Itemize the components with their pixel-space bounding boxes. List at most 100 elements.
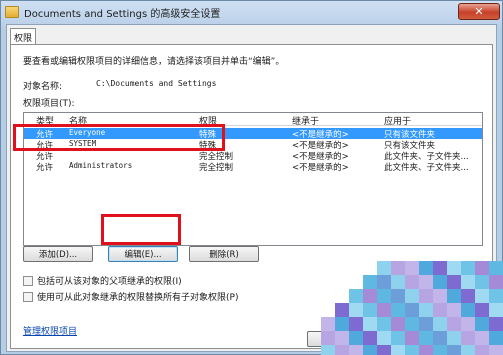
mosaic-tile bbox=[377, 331, 391, 345]
list-row[interactable]: 允许 Administrators 完全控制 <不是继承的> 此文件夹、子文件夹… bbox=[24, 161, 482, 173]
mosaic-tile bbox=[405, 345, 419, 355]
manage-permissions-link[interactable]: 管理权限项目 bbox=[23, 324, 77, 337]
column-header-name[interactable]: 名称 bbox=[69, 114, 87, 127]
mosaic-tile bbox=[363, 331, 377, 345]
mosaic-tile bbox=[391, 289, 405, 303]
mosaic-tile bbox=[433, 275, 447, 289]
mosaic-tile bbox=[489, 261, 503, 275]
mosaic-tile bbox=[363, 317, 377, 331]
folder-icon bbox=[5, 6, 19, 18]
column-header-permission[interactable]: 权限 bbox=[199, 114, 217, 127]
row-name: Everyone bbox=[69, 128, 106, 137]
column-header-applies[interactable]: 应用于 bbox=[384, 114, 411, 127]
list-row[interactable]: 允许 完全控制 <不是继承的> 此文件夹、子文件夹... bbox=[24, 150, 482, 162]
mosaic-tile bbox=[363, 289, 377, 303]
column-header-type[interactable]: 类型 bbox=[36, 114, 54, 127]
row-name: SYSTEM bbox=[69, 139, 97, 148]
close-button[interactable]: ✕ bbox=[458, 3, 500, 20]
mosaic-tile bbox=[433, 331, 447, 345]
mosaic-tile bbox=[433, 303, 447, 317]
mosaic-tile bbox=[349, 317, 363, 331]
mosaic-tile bbox=[377, 317, 391, 331]
mosaic-tile bbox=[433, 317, 447, 331]
mosaic-tile bbox=[461, 303, 475, 317]
mosaic-tile bbox=[321, 331, 335, 345]
mosaic-tile bbox=[419, 331, 433, 345]
mosaic-tile bbox=[447, 331, 461, 345]
window-title: Documents and Settings 的高级安全设置 bbox=[24, 8, 221, 20]
column-header-inherited[interactable]: 继承于 bbox=[292, 114, 319, 127]
row-inherited: <不是继承的> bbox=[292, 163, 349, 173]
mosaic-tile bbox=[419, 261, 433, 275]
tab-permissions[interactable]: 权限 bbox=[10, 28, 36, 45]
mosaic-tile bbox=[405, 289, 419, 303]
mosaic-tile bbox=[335, 317, 349, 331]
mosaic-tile bbox=[489, 275, 503, 289]
mosaic-tile bbox=[475, 289, 489, 303]
remove-button[interactable]: 删除(R) bbox=[189, 246, 259, 262]
security-settings-window: Documents and Settings 的高级安全设置 ✕ 权限 要查看或… bbox=[0, 0, 503, 355]
mosaic-tile bbox=[391, 331, 405, 345]
mosaic-tile bbox=[475, 317, 489, 331]
row-type: 允许 bbox=[36, 163, 54, 173]
mosaic-tile bbox=[363, 345, 377, 355]
add-button[interactable]: 添加(D)... bbox=[23, 246, 93, 262]
title-bar[interactable]: Documents and Settings 的高级安全设置 ✕ bbox=[1, 1, 503, 23]
mosaic-tile bbox=[475, 331, 489, 345]
mosaic-tile bbox=[405, 303, 419, 317]
mosaic-tile bbox=[447, 261, 461, 275]
mosaic-tile bbox=[447, 303, 461, 317]
mosaic-tile bbox=[405, 261, 419, 275]
mosaic-tile bbox=[461, 289, 475, 303]
mosaic-tile bbox=[391, 303, 405, 317]
pixelated-watermark bbox=[321, 261, 503, 355]
mosaic-tile bbox=[447, 345, 461, 355]
mosaic-tile bbox=[349, 331, 363, 345]
replace-child-label: 使用可从此对象继承的权限替换所有子对象权限(P) bbox=[37, 293, 239, 303]
include-inheritable-checkbox[interactable] bbox=[23, 275, 33, 286]
mosaic-tile bbox=[461, 275, 475, 289]
mosaic-tile bbox=[391, 345, 405, 355]
mosaic-tile bbox=[461, 345, 475, 355]
mosaic-tile bbox=[475, 303, 489, 317]
tab-permissions-label: 权限 bbox=[13, 33, 32, 44]
mosaic-tile bbox=[377, 289, 391, 303]
mosaic-tile bbox=[405, 275, 419, 289]
mosaic-tile bbox=[489, 303, 503, 317]
mosaic-tile bbox=[419, 275, 433, 289]
object-name-value: C:\Documents and Settings bbox=[96, 79, 217, 88]
mosaic-tile bbox=[489, 289, 503, 303]
mosaic-tile bbox=[447, 317, 461, 331]
include-inheritable-option[interactable]: 包括可从该对象的父项继承的权限(I) bbox=[23, 274, 182, 287]
mosaic-tile bbox=[475, 275, 489, 289]
permission-entries-list[interactable]: 类型 名称 权限 继承于 应用于 允许 Everyone 特殊 <不是继承的> … bbox=[23, 112, 483, 246]
mosaic-tile bbox=[419, 345, 433, 355]
mosaic-tile bbox=[335, 345, 349, 355]
row-name: Administrators bbox=[69, 161, 133, 170]
mosaic-tile bbox=[433, 261, 447, 275]
mosaic-tile bbox=[391, 317, 405, 331]
mosaic-tile bbox=[489, 345, 503, 355]
mosaic-tile bbox=[363, 303, 377, 317]
mosaic-tile bbox=[489, 331, 503, 345]
list-row[interactable]: 允许 Everyone 特殊 <不是继承的> 只有该文件夹 bbox=[24, 128, 482, 140]
list-row[interactable]: 允许 SYSTEM 特殊 <不是继承的> 只有该文件夹 bbox=[24, 139, 482, 151]
mosaic-tile bbox=[419, 317, 433, 331]
mosaic-tile bbox=[419, 303, 433, 317]
mosaic-tile bbox=[489, 317, 503, 331]
mosaic-tile bbox=[461, 331, 475, 345]
mosaic-tile bbox=[349, 303, 363, 317]
mosaic-tile bbox=[433, 289, 447, 303]
edit-button[interactable]: 编辑(E)... bbox=[108, 246, 178, 262]
list-header: 类型 名称 权限 继承于 应用于 bbox=[24, 113, 482, 127]
row-applies: 此文件夹、子文件夹... bbox=[384, 163, 469, 173]
replace-child-option[interactable]: 使用可从此对象继承的权限替换所有子对象权限(P) bbox=[23, 290, 238, 303]
mosaic-tile bbox=[447, 275, 461, 289]
mosaic-tile bbox=[377, 345, 391, 355]
mosaic-tile bbox=[349, 345, 363, 355]
mosaic-tile bbox=[405, 331, 419, 345]
replace-child-checkbox[interactable] bbox=[23, 291, 33, 302]
mosaic-tile bbox=[391, 261, 405, 275]
mosaic-tile bbox=[433, 345, 447, 355]
mosaic-tile bbox=[391, 275, 405, 289]
